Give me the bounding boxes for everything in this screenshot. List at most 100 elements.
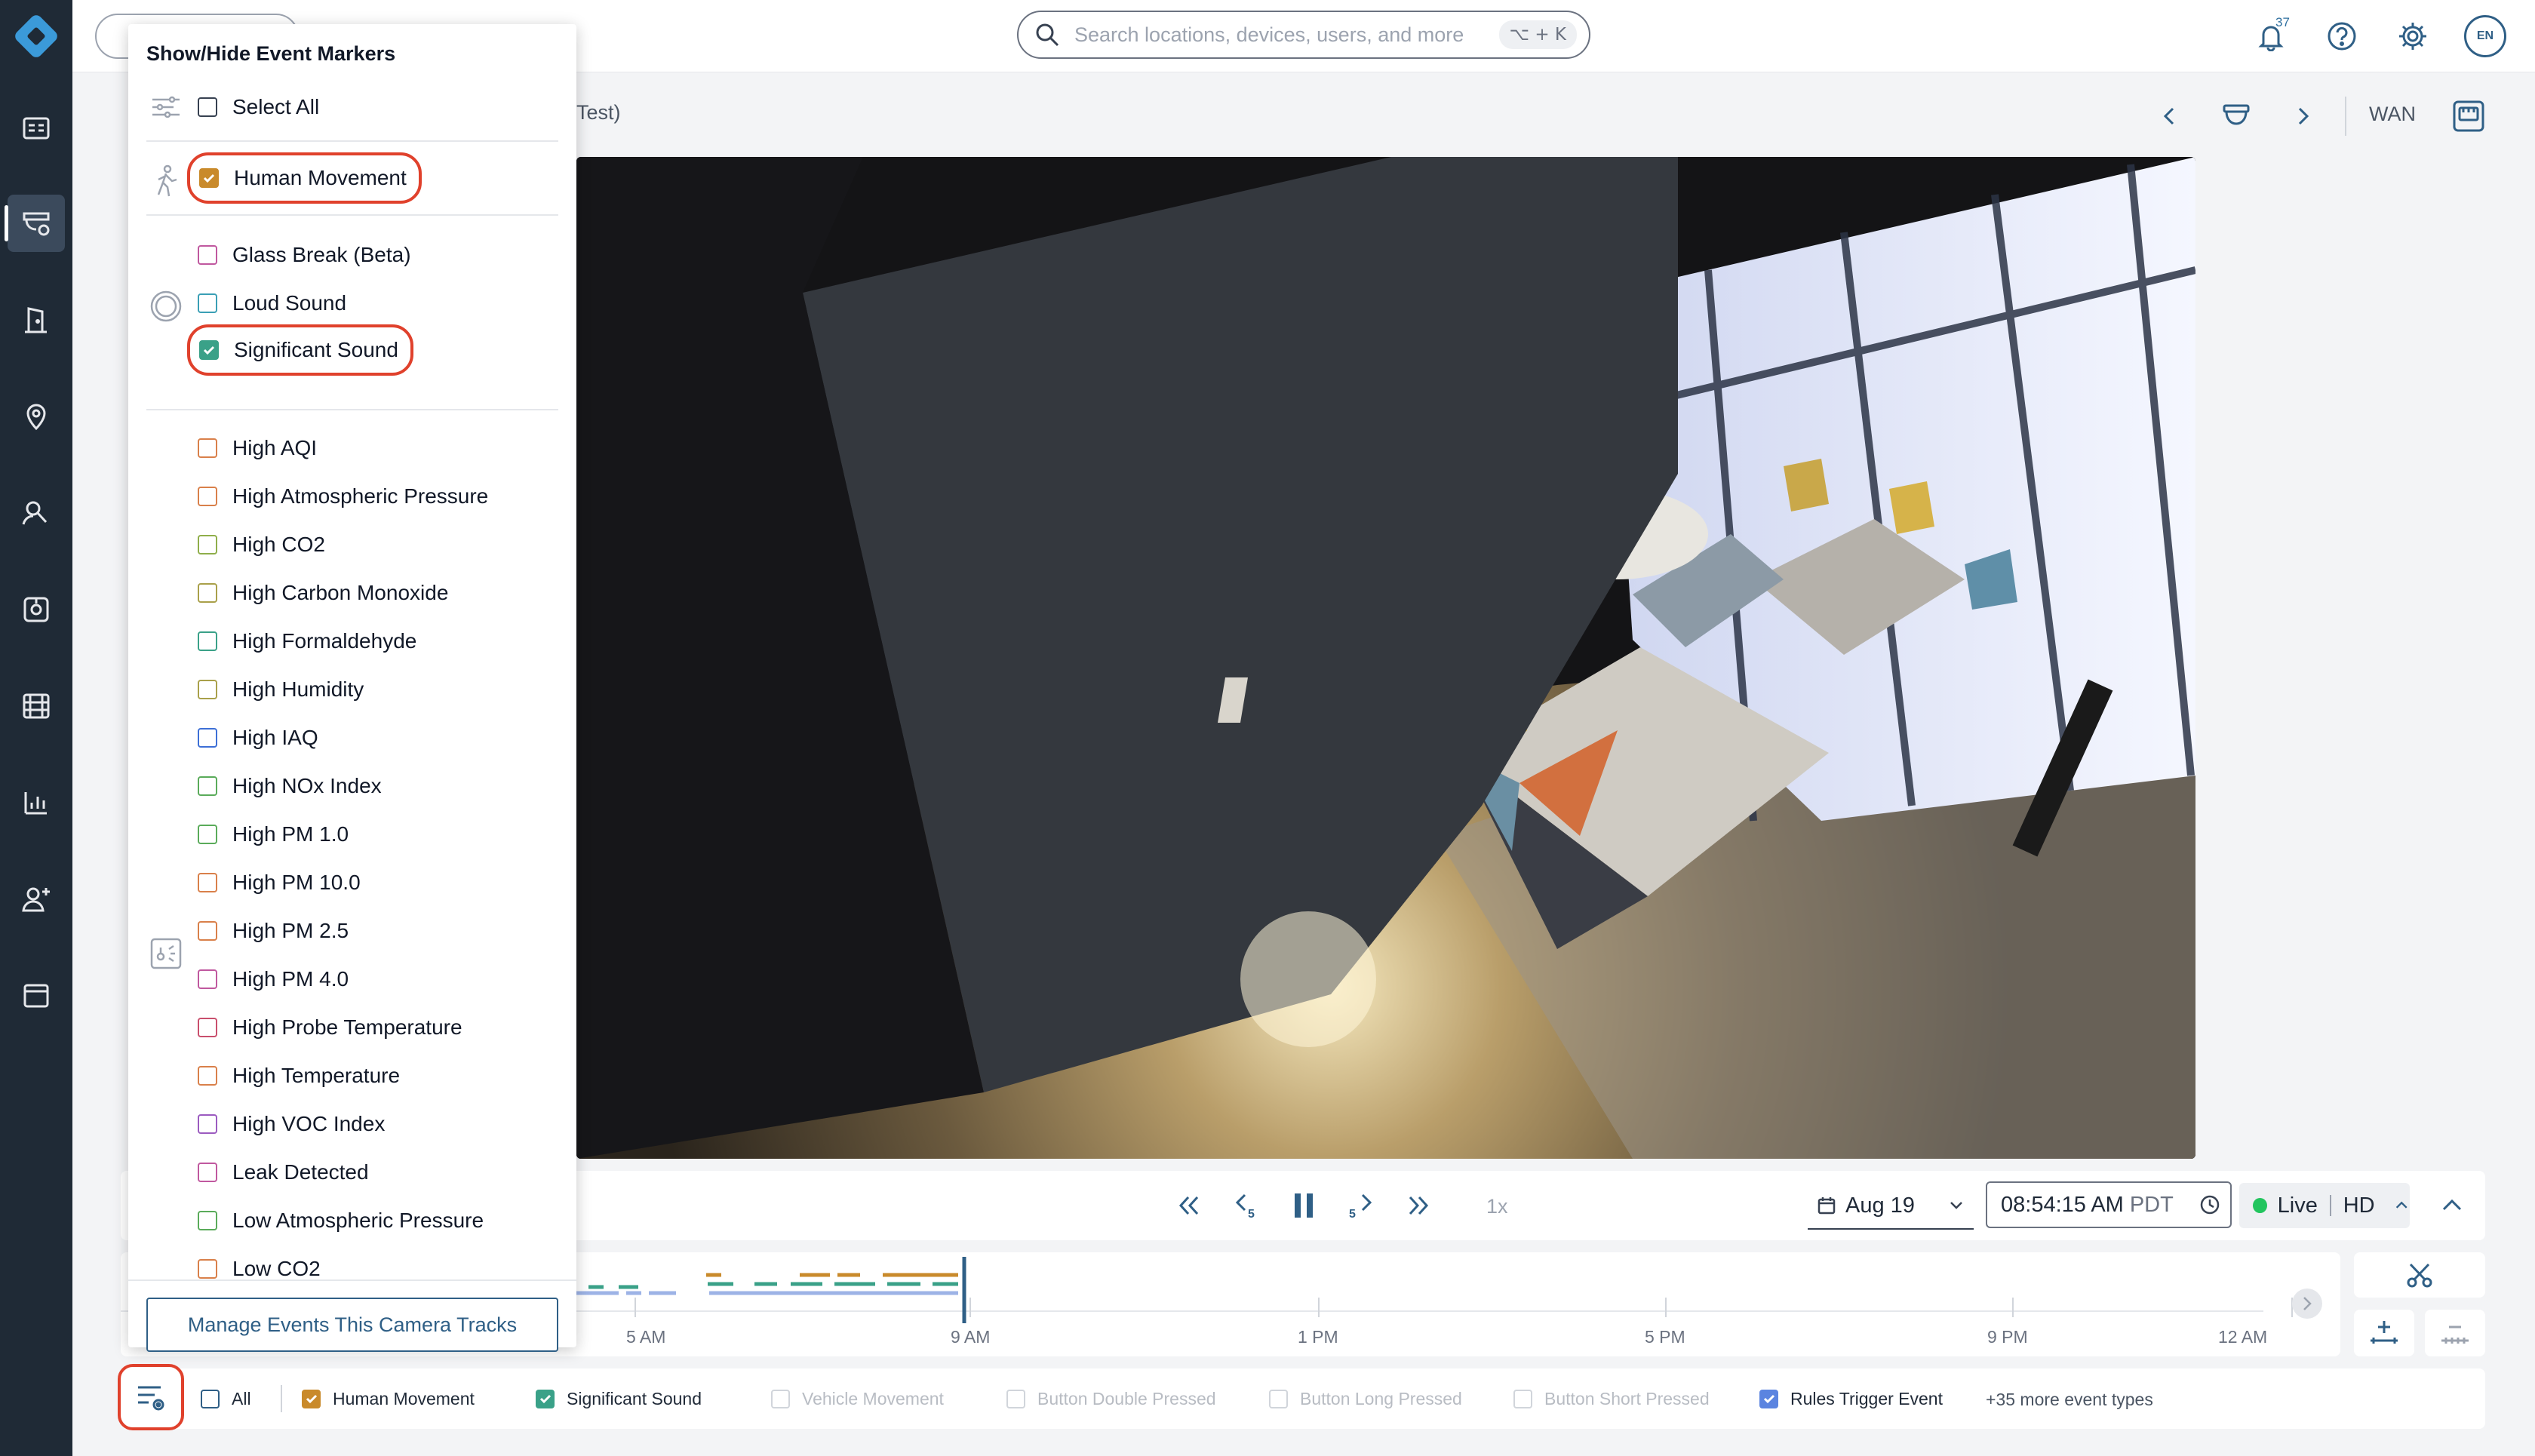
checkbox[interactable] [198,825,217,844]
checkbox[interactable] [198,969,217,989]
checkbox[interactable] [198,776,217,796]
checkbox[interactable] [771,1389,790,1408]
time-input[interactable]: 08:54:15 AM PDT [1986,1181,2232,1228]
checkbox[interactable] [198,1018,217,1037]
playback-speed[interactable]: 1x [1486,1195,1508,1218]
sidebar-item-apps[interactable] [8,967,65,1024]
camera-device-button[interactable] [2215,95,2257,137]
sidebar-item-analytics[interactable] [8,774,65,831]
timeline-zoom-out-button[interactable] [2425,1310,2485,1356]
option-glass-break[interactable]: Glass Break (Beta) [198,237,411,273]
sidebar-item-footage[interactable] [8,677,65,735]
search-input[interactable] [1073,22,1499,48]
forward-5-button[interactable]: 5 [1341,1186,1381,1225]
brand-logo-icon[interactable] [9,9,63,63]
checkbox[interactable] [201,1389,220,1408]
checkbox[interactable] [199,168,219,188]
checkbox[interactable] [198,921,217,941]
checkbox[interactable] [198,438,217,458]
checkbox[interactable] [198,97,217,117]
clip-button[interactable] [2354,1252,2485,1298]
checkbox[interactable] [536,1389,555,1408]
checkbox[interactable] [198,1163,217,1182]
more-event-types[interactable]: +35 more event types [1986,1390,2153,1410]
checkbox[interactable] [198,1211,217,1230]
user-avatar[interactable]: EN [2464,15,2506,57]
sidebar-item-dashboard[interactable] [8,100,65,157]
pause-button[interactable] [1284,1186,1323,1225]
option-sensor[interactable]: High PM 4.0 [198,961,349,997]
sidebar-item-people-search[interactable] [8,484,65,542]
global-search[interactable]: ⌥ + K [1017,11,1590,59]
event-marker-filter-button[interactable] [118,1364,184,1430]
checkbox[interactable] [198,535,217,554]
checkbox[interactable] [1759,1389,1778,1408]
option-sensor[interactable]: High Probe Temperature [198,1009,462,1046]
option-sensor[interactable]: High CO2 [198,527,325,563]
manage-events-button[interactable]: Manage Events This Camera Tracks [146,1298,558,1352]
checkbox[interactable] [1513,1389,1532,1408]
checkbox[interactable] [1006,1389,1025,1408]
sidebar-item-users[interactable] [8,871,65,928]
checkbox[interactable] [198,631,217,651]
option-sensor[interactable]: High AQI [198,430,317,466]
checkbox[interactable] [198,1066,217,1086]
checkbox[interactable] [198,245,217,265]
settings-button[interactable] [2392,15,2434,57]
filter-all[interactable]: All [201,1385,251,1412]
option-sensor[interactable]: Low Atmospheric Pressure [198,1203,484,1239]
checkbox[interactable] [198,873,217,892]
option-sensor[interactable]: High PM 2.5 [198,913,349,949]
checkbox[interactable] [198,680,217,699]
filter-button-double-pressed[interactable]: Button Double Pressed [1006,1385,1216,1412]
sidebar-item-sensors[interactable] [8,581,65,638]
filter-button-short-pressed[interactable]: Button Short Pressed [1513,1385,1710,1412]
filter-button-long-pressed[interactable]: Button Long Pressed [1269,1385,1462,1412]
timeline-zoom-in-button[interactable] [2354,1310,2414,1356]
date-picker[interactable]: Aug 19 [1808,1183,1974,1230]
collapse-player-button[interactable] [2432,1186,2472,1225]
checkbox[interactable] [198,293,217,313]
option-sensor[interactable]: High PM 10.0 [198,865,361,901]
sidebar-item-locations[interactable] [8,388,65,445]
next-camera-button[interactable] [2282,95,2324,137]
checkbox[interactable] [198,728,217,748]
filter-rules-trigger-event[interactable]: Rules Trigger Event [1759,1385,1943,1412]
checkbox[interactable] [198,487,217,506]
option-sensor[interactable]: Leak Detected [198,1154,369,1190]
network-port-button[interactable] [2447,95,2490,137]
camera-video-feed[interactable] [576,157,2195,1159]
skip-to-start-button[interactable] [1169,1186,1209,1225]
option-sensor[interactable]: High IAQ [198,720,318,756]
option-sensor[interactable]: High Atmospheric Pressure [198,478,488,515]
option-sensor[interactable]: Low CO2 [198,1251,321,1287]
skip-to-live-button[interactable] [1399,1186,1438,1225]
checkbox[interactable] [198,1114,217,1134]
rewind-5-button[interactable]: 5 [1227,1186,1266,1225]
option-sensor[interactable]: High Humidity [198,671,364,708]
checkbox[interactable] [1269,1389,1288,1408]
notifications-button[interactable]: 37 [2250,15,2292,57]
timeline-forward-button[interactable] [2292,1289,2322,1319]
live-quality-selector[interactable]: Live HD [2239,1183,2410,1228]
checkbox[interactable] [198,583,217,603]
filter-significant-sound[interactable]: Significant Sound [536,1385,702,1412]
sidebar-item-access[interactable] [8,291,65,349]
sidebar-item-cameras[interactable] [5,195,65,252]
select-all-option[interactable]: Select All [198,89,319,125]
option-sensor[interactable]: High Formaldehyde [198,623,416,659]
previous-camera-button[interactable] [2149,95,2191,137]
option-sensor[interactable]: High Temperature [198,1058,400,1094]
filter-human-movement[interactable]: Human Movement [302,1385,475,1412]
checkbox[interactable] [198,1259,217,1279]
filter-vehicle-movement[interactable]: Vehicle Movement [771,1385,944,1412]
checkbox[interactable] [302,1389,321,1408]
option-human-movement[interactable]: Human Movement [187,152,422,204]
option-loud-sound[interactable]: Loud Sound [198,285,346,321]
option-sensor[interactable]: High PM 1.0 [198,816,349,852]
option-sensor[interactable]: High Carbon Monoxide [198,575,448,611]
option-sensor[interactable]: High VOC Index [198,1106,385,1142]
option-sensor[interactable]: High NOx Index [198,768,382,804]
checkbox[interactable] [199,340,219,360]
help-button[interactable] [2321,15,2363,57]
